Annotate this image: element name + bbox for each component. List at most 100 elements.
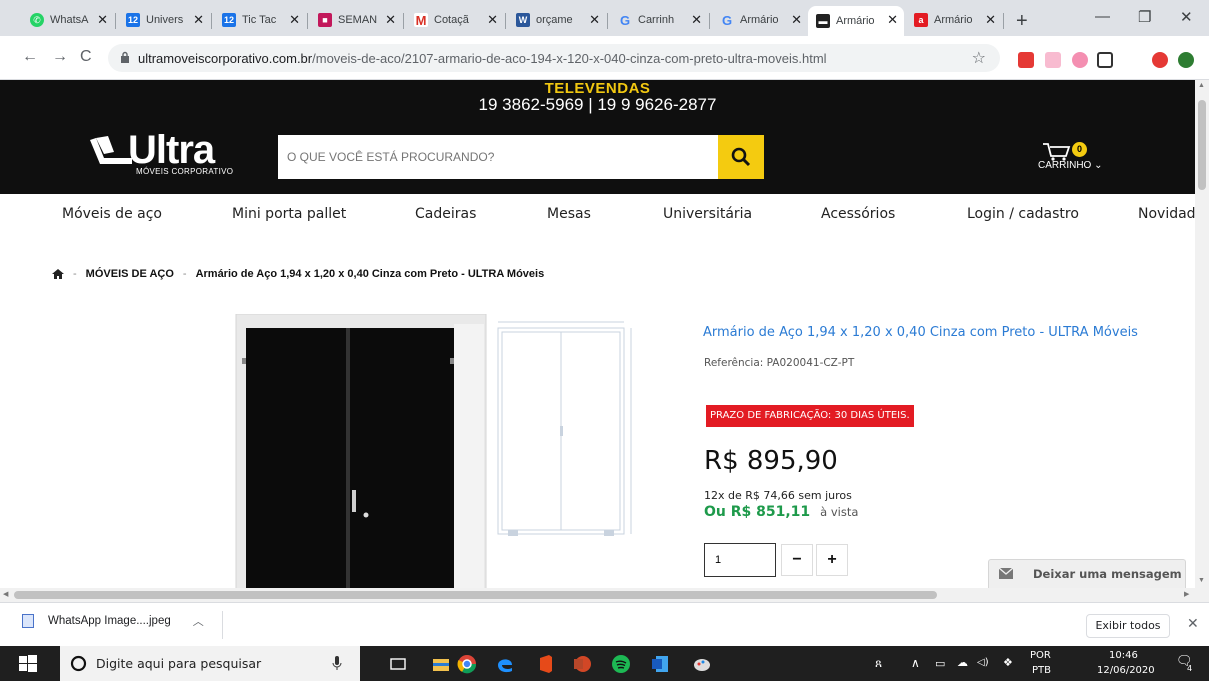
quantity-increase-button[interactable]: + bbox=[816, 544, 848, 576]
close-icon[interactable]: ✕ bbox=[97, 12, 108, 28]
chevron-up-tray-icon[interactable]: ∧ bbox=[911, 656, 920, 670]
horizontal-scrollbar[interactable]: ◀ ▶ bbox=[0, 588, 1209, 602]
screen: ✆ WhatsA ✕ 12 Univers ✕ 12 Tic Tac ✕ ■ S… bbox=[0, 0, 1209, 681]
cart-button[interactable]: 0 CARRINHO ⌄ bbox=[1036, 138, 1116, 178]
tab-whatsapp[interactable]: ✆ WhatsA ✕ bbox=[22, 6, 114, 34]
tab-carrinho[interactable]: G Carrinh ✕ bbox=[610, 6, 708, 34]
spotify-icon[interactable] bbox=[611, 654, 631, 674]
pdf-extension-icon[interactable] bbox=[1045, 52, 1061, 68]
chevron-up-icon[interactable]: ︿ bbox=[193, 613, 204, 629]
reload-button[interactable]: C bbox=[80, 48, 92, 66]
menu-item-acessorios[interactable]: Acessórios bbox=[821, 206, 895, 222]
search-icon bbox=[731, 147, 751, 167]
tab-armario-google[interactable]: G Armário ✕ bbox=[712, 6, 808, 34]
language-indicator[interactable]: POR bbox=[1030, 650, 1051, 661]
tab-armario-active[interactable]: ▬ Armário ✕ bbox=[808, 6, 904, 36]
powerpoint-icon[interactable] bbox=[572, 654, 592, 674]
profile-avatar[interactable] bbox=[1152, 52, 1168, 68]
dropbox-icon[interactable]: ❖ bbox=[1003, 656, 1013, 669]
download-item[interactable]: WhatsApp Image....jpeg ︿ bbox=[22, 613, 204, 629]
close-window-button[interactable]: ✕ bbox=[1180, 8, 1193, 26]
menu-item-universitaria[interactable]: Universitária bbox=[663, 206, 752, 222]
prazo-badge: PRAZO DE FABRICAÇÃO: 30 DIAS ÚTEIS. bbox=[706, 405, 914, 427]
back-button[interactable]: ← bbox=[22, 48, 38, 66]
close-icon[interactable]: ✕ bbox=[887, 12, 898, 28]
close-icon[interactable]: ✕ bbox=[193, 12, 204, 28]
extension-icon[interactable] bbox=[1178, 52, 1194, 68]
tab-orcamento[interactable]: W orçame ✕ bbox=[508, 6, 606, 34]
minimize-button[interactable]: — bbox=[1095, 8, 1110, 25]
cash-price: Ou R$ 851,11 à vista bbox=[704, 504, 858, 520]
menu-item-cadeiras[interactable]: Cadeiras bbox=[415, 206, 476, 222]
scroll-left-icon[interactable]: ◀ bbox=[3, 590, 8, 598]
tab-semana[interactable]: ■ SEMAN ✕ bbox=[310, 6, 402, 34]
restore-button[interactable]: ❐ bbox=[1138, 8, 1151, 26]
close-icon[interactable]: ✕ bbox=[385, 12, 396, 28]
web-page: TELEVENDAS 19 3862-5969 | 19 9 9626-2877… bbox=[0, 80, 1195, 588]
task-view-icon[interactable] bbox=[388, 654, 408, 674]
menu-item-moveis-de-aco[interactable]: Móveis de aço bbox=[62, 206, 162, 222]
taskbar-search[interactable]: Digite aqui para pesquisar bbox=[60, 646, 360, 681]
download-filename: WhatsApp Image....jpeg bbox=[48, 615, 171, 627]
tab-cotacao[interactable]: M Cotaçã ✕ bbox=[406, 6, 504, 34]
scroll-up-icon[interactable]: ▲ bbox=[1198, 82, 1205, 89]
battery-icon[interactable]: ▭ bbox=[935, 657, 945, 670]
home-icon[interactable] bbox=[52, 269, 64, 279]
tab-tic-tac[interactable]: 12 Tic Tac ✕ bbox=[214, 6, 306, 34]
product-image-main[interactable] bbox=[234, 314, 488, 588]
vertical-scrollbar[interactable]: ▲ ▼ bbox=[1195, 80, 1209, 588]
quantity-input[interactable] bbox=[704, 543, 776, 577]
office-icon[interactable] bbox=[536, 654, 556, 674]
tab-universitaria[interactable]: 12 Univers ✕ bbox=[118, 6, 210, 34]
volume-icon[interactable]: ◁) bbox=[977, 657, 989, 668]
menu-item-novidades[interactable]: Novidad bbox=[1138, 206, 1195, 222]
close-icon[interactable]: ✕ bbox=[487, 12, 498, 28]
forward-button[interactable]: → bbox=[52, 48, 68, 66]
close-downloads-icon[interactable]: ✕ bbox=[1187, 615, 1199, 632]
clock-date[interactable]: 12/06/2020 bbox=[1097, 665, 1155, 676]
scroll-right-icon[interactable]: ▶ bbox=[1184, 590, 1189, 598]
menu-item-mesas[interactable]: Mesas bbox=[547, 206, 591, 222]
show-all-downloads-button[interactable]: Exibir todos bbox=[1086, 614, 1170, 638]
word-taskbar-icon[interactable] bbox=[650, 654, 670, 674]
menu-item-login-cadastro[interactable]: Login / cadastro bbox=[967, 206, 1079, 222]
browser-toolbar: ← → C ultramoveiscorporativo.com.br/move… bbox=[0, 36, 1209, 80]
search-input[interactable] bbox=[278, 135, 718, 179]
chat-message-button[interactable]: Deixar uma mensagem bbox=[988, 559, 1186, 588]
grid-extension-icon[interactable] bbox=[1097, 52, 1113, 68]
scroll-down-icon[interactable]: ▼ bbox=[1198, 577, 1205, 584]
bookmark-star-icon[interactable]: ☆ bbox=[972, 48, 986, 68]
product-image-drawing[interactable] bbox=[488, 316, 638, 546]
file-explorer-icon[interactable] bbox=[431, 654, 451, 674]
close-icon[interactable]: ✕ bbox=[589, 12, 600, 28]
extension-icon[interactable] bbox=[1072, 52, 1088, 68]
close-icon[interactable]: ✕ bbox=[289, 12, 300, 28]
windows-start-icon[interactable] bbox=[18, 654, 38, 674]
cart-icon bbox=[1043, 143, 1071, 161]
new-tab-button[interactable]: + bbox=[1016, 10, 1028, 33]
tab-armario-3[interactable]: a Armário ✕ bbox=[906, 6, 1002, 34]
cloud-icon[interactable]: ☁ bbox=[957, 656, 968, 669]
address-bar[interactable]: ultramoveiscorporativo.com.br/moveis-de-… bbox=[108, 44, 1000, 72]
close-icon[interactable]: ✕ bbox=[691, 12, 702, 28]
menu-item-mini-porta-pallet[interactable]: Mini porta pallet bbox=[232, 206, 346, 222]
google-icon: G bbox=[720, 12, 734, 28]
breadcrumb-category[interactable]: MÓVEIS DE AÇO bbox=[86, 268, 174, 280]
close-icon[interactable]: ✕ bbox=[791, 12, 802, 28]
people-icon[interactable]: ጸ bbox=[875, 656, 882, 671]
keyboard-layout-indicator[interactable]: PTB bbox=[1032, 665, 1051, 676]
clock-time[interactable]: 10:46 bbox=[1109, 650, 1138, 661]
tab-label: orçame bbox=[536, 14, 573, 26]
tab-label: Cotaçã bbox=[434, 14, 469, 26]
site-logo[interactable]: Ultra MÓVEIS CORPORATIVO bbox=[88, 128, 233, 180]
search-button[interactable] bbox=[718, 135, 764, 179]
microphone-icon[interactable] bbox=[332, 656, 342, 671]
close-icon[interactable]: ✕ bbox=[985, 12, 996, 28]
edge-icon[interactable] bbox=[495, 654, 515, 674]
horizontal-scroll-thumb[interactable] bbox=[14, 591, 937, 599]
chrome-icon[interactable] bbox=[457, 654, 477, 674]
extension-icon[interactable] bbox=[1018, 52, 1034, 68]
vertical-scroll-thumb[interactable] bbox=[1198, 100, 1206, 190]
quantity-decrease-button[interactable]: − bbox=[781, 544, 813, 576]
paint-icon[interactable] bbox=[692, 654, 712, 674]
